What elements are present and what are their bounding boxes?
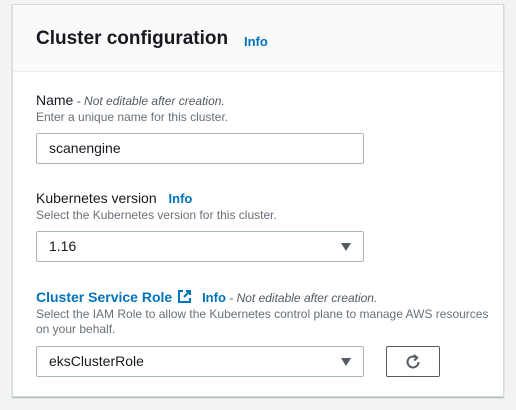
card-title: Cluster configuration <box>36 28 229 49</box>
service-role-separator: - <box>225 291 237 305</box>
refresh-roles-button[interactable] <box>386 346 440 377</box>
service-role-value: eksClusterRole <box>49 353 144 369</box>
cluster-configuration-card: Cluster configuration Info Name - Not ed… <box>12 4 504 397</box>
external-link-icon <box>178 290 192 303</box>
name-description: Enter a unique name for this cluster. <box>36 110 229 124</box>
card-header: Cluster configuration Info <box>13 5 503 72</box>
name-label-text: Name <box>36 92 74 108</box>
name-label: Name - Not editable after creation. <box>36 91 225 110</box>
k8s-version-select[interactable]: 1.16 <box>36 231 364 262</box>
service-role-label: Cluster Service Role Info - Not editable… <box>36 288 377 307</box>
service-role-note: Not editable after creation. <box>236 291 378 305</box>
k8s-version-description: Select the Kubernetes version for this c… <box>36 208 277 222</box>
caret-down-icon <box>341 243 351 251</box>
k8s-version-label: Kubernetes version Info <box>36 189 192 208</box>
k8s-version-info-link[interactable]: Info <box>169 191 193 206</box>
service-role-link[interactable]: Cluster Service Role <box>36 289 192 305</box>
card-info-link[interactable]: Info <box>244 34 268 49</box>
cluster-name-value: scanengine <box>49 140 121 156</box>
service-role-link-text: Cluster Service Role <box>36 289 173 305</box>
caret-down-icon <box>341 358 351 366</box>
service-role-description: Select the IAM Role to allow the Kuberne… <box>36 307 489 336</box>
refresh-icon <box>406 354 420 369</box>
name-separator: - <box>73 94 85 108</box>
cluster-name-input[interactable]: scanengine <box>36 133 364 164</box>
service-role-select[interactable]: eksClusterRole <box>36 346 364 377</box>
name-note: Not editable after creation. <box>84 94 225 108</box>
k8s-version-value: 1.16 <box>49 238 77 254</box>
k8s-version-label-text: Kubernetes version <box>36 190 157 206</box>
service-role-info-link[interactable]: Info <box>202 290 226 305</box>
